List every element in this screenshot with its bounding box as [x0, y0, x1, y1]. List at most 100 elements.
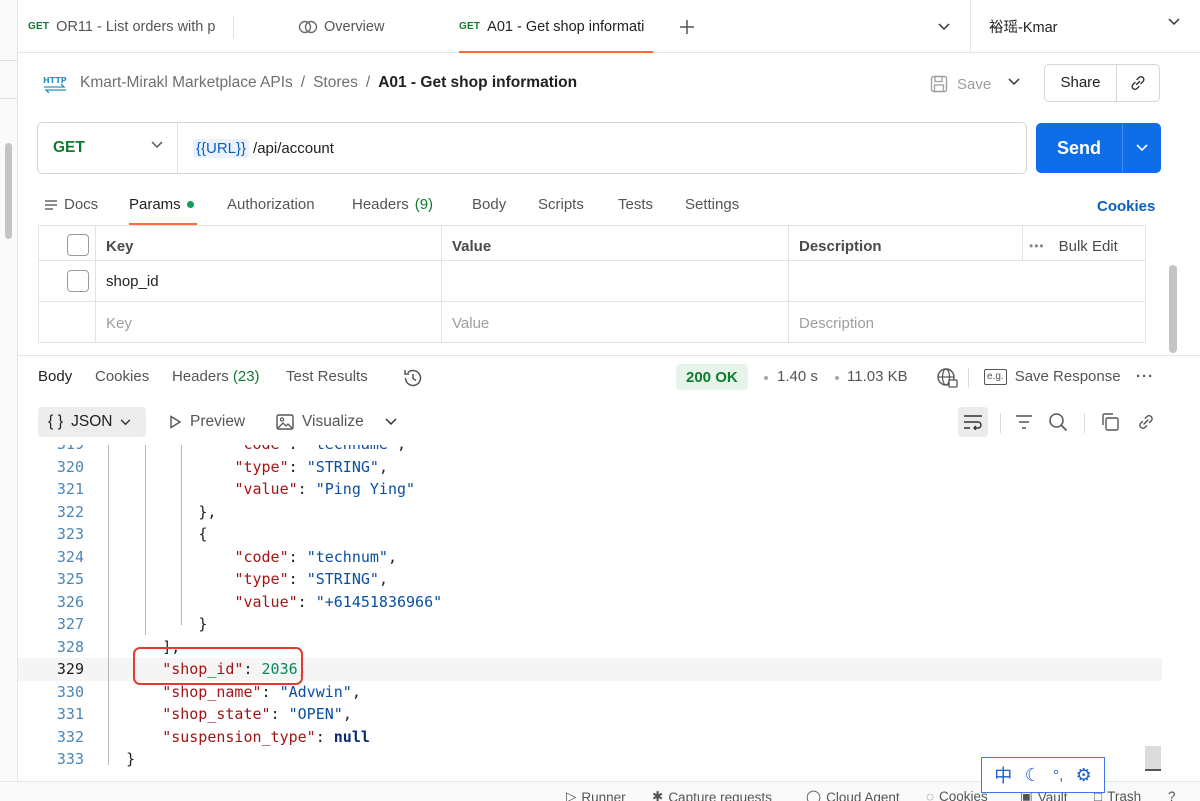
- moon-icon[interactable]: ☾: [1025, 765, 1041, 786]
- code-text: "type": "STRING",: [234, 570, 388, 588]
- url-variable[interactable]: {{URL}}: [193, 138, 250, 158]
- response-toolbar: { } JSON Preview Visualize: [18, 402, 1200, 442]
- runner-button[interactable]: ▷ Runner: [566, 789, 626, 801]
- ime-toolbar: 中 ☾ °, ⚙: [981, 757, 1105, 793]
- url-input[interactable]: {{URL}} /api/account: [178, 138, 334, 158]
- new-tab-button[interactable]: [674, 14, 700, 40]
- response-size[interactable]: 11.03 KB: [847, 368, 908, 385]
- resp-tab-body[interactable]: Body: [38, 368, 72, 385]
- code-line[interactable]: 322 },: [18, 501, 1162, 524]
- link-icon[interactable]: [1136, 412, 1156, 432]
- tab-authorization[interactable]: Authorization: [227, 196, 315, 213]
- code-line[interactable]: 331 "shop_state": "OPEN",: [18, 703, 1162, 726]
- code-text: "suspension_type": null: [162, 727, 370, 746]
- response-time[interactable]: 1.40 s: [777, 368, 818, 385]
- code-line[interactable]: 332 "suspension_type": null: [18, 726, 1162, 749]
- send-button[interactable]: Send: [1036, 138, 1122, 159]
- copy-link-button[interactable]: [1117, 74, 1159, 92]
- resp-tab-test-results[interactable]: Test Results: [286, 368, 368, 385]
- tab-params-label: Params: [129, 196, 181, 213]
- status-badge[interactable]: 200 OK: [676, 364, 748, 390]
- settings-gear-icon[interactable]: ⚙: [1076, 765, 1092, 786]
- tab-or11[interactable]: GET OR11 - List orders with p: [28, 0, 224, 53]
- gutter-divider: [0, 60, 18, 61]
- resp-tab-headers[interactable]: Headers (23): [172, 368, 260, 385]
- search-icon[interactable]: [1048, 412, 1068, 432]
- chevron-down-icon: [151, 141, 163, 149]
- code-line[interactable]: 321 "value": "Ping Ying": [18, 478, 1162, 501]
- tab-settings[interactable]: Settings: [685, 196, 739, 213]
- line-number: 329: [56, 660, 84, 678]
- param-key[interactable]: shop_id: [95, 261, 159, 302]
- code-line[interactable]: 325 "type": "STRING",: [18, 568, 1162, 591]
- save-dropdown-button[interactable]: [1008, 73, 1020, 89]
- breadcrumb-collection[interactable]: Kmart-Mirakl Marketplace APIs: [80, 74, 293, 92]
- tab-title: OR11 - List orders with p: [56, 18, 216, 35]
- url-bar: GET {{URL}} /api/account: [37, 122, 1027, 174]
- wrap-lines-button[interactable]: [958, 407, 988, 437]
- save-response-button[interactable]: e.g. Save Response: [984, 368, 1121, 385]
- code-text: "code": "technum",: [234, 547, 397, 566]
- environment-selector[interactable]: 裕瑶-Kmar: [970, 0, 1200, 53]
- tab-separator: [233, 16, 234, 38]
- line-number: 327: [56, 615, 84, 633]
- response-body-editor[interactable]: 319 "code": "techname",320 "type": "STRI…: [18, 445, 1162, 775]
- tab-scripts[interactable]: Scripts: [538, 196, 584, 213]
- code-line[interactable]: 320 "type": "STRING",: [18, 456, 1162, 479]
- cookies-button[interactable]: ◌ Cookies: [926, 789, 988, 801]
- share-button[interactable]: Share: [1045, 65, 1117, 101]
- line-number: 323: [56, 525, 84, 543]
- param-description[interactable]: [788, 261, 1144, 302]
- code-line[interactable]: 327 }: [18, 613, 1162, 636]
- row-checkbox[interactable]: [67, 270, 89, 292]
- tab-method: GET: [459, 21, 481, 32]
- ime-punctuation-toggle[interactable]: °,: [1053, 767, 1063, 784]
- param-value[interactable]: [441, 261, 787, 302]
- tab-docs[interactable]: Docs: [44, 196, 98, 213]
- value-placeholder[interactable]: Value: [441, 302, 489, 344]
- filter-icon[interactable]: [1014, 412, 1034, 432]
- method-select[interactable]: GET: [38, 123, 178, 173]
- code-line[interactable]: 319 "code": "techname",: [18, 445, 1162, 456]
- breadcrumb-folder[interactable]: Stores: [313, 74, 358, 92]
- tab-params[interactable]: Params: [129, 196, 194, 213]
- visualize-button[interactable]: Visualize: [276, 413, 364, 431]
- tab-bar: GET OR11 - List orders with p Overview G…: [18, 0, 1200, 53]
- cloud-agent-button[interactable]: ◯ Cloud Agent: [806, 789, 900, 801]
- chevron-down-icon: [1168, 18, 1180, 26]
- code-line[interactable]: 324 "code": "technum",: [18, 546, 1162, 569]
- chevron-down-icon: [121, 418, 131, 425]
- tab-overview[interactable]: Overview: [298, 0, 458, 53]
- preview-button[interactable]: Preview: [168, 413, 245, 431]
- network-globe-icon[interactable]: [936, 367, 958, 389]
- chevron-down-icon[interactable]: [385, 418, 397, 426]
- resp-tab-cookies[interactable]: Cookies: [95, 368, 149, 385]
- send-dropdown-button[interactable]: [1122, 123, 1161, 173]
- capture-requests-button[interactable]: ✱ Capture requests: [652, 789, 772, 801]
- tab-a01[interactable]: GET A01 - Get shop informati: [459, 0, 653, 53]
- breadcrumb-current[interactable]: A01 - Get shop information: [378, 74, 577, 92]
- tab-headers[interactable]: Headers (9): [352, 196, 433, 213]
- code-scrollbar[interactable]: [1145, 746, 1161, 770]
- select-all-checkbox[interactable]: [67, 234, 89, 256]
- http-icon: HTTP: [43, 76, 67, 93]
- cookies-link[interactable]: Cookies: [1097, 198, 1155, 215]
- code-line[interactable]: 323 {: [18, 523, 1162, 546]
- save-button[interactable]: Save: [930, 69, 991, 99]
- sidebar-scrollbar[interactable]: [5, 143, 12, 239]
- help-icon[interactable]: ?: [1168, 789, 1176, 801]
- more-options-icon[interactable]: ···: [1136, 368, 1154, 385]
- history-icon[interactable]: [402, 367, 424, 389]
- tab-body[interactable]: Body: [472, 196, 506, 213]
- request-tabs: Docs Params Authorization Headers (9) Bo…: [18, 186, 1200, 226]
- format-select[interactable]: { } JSON: [38, 407, 146, 437]
- key-placeholder[interactable]: Key: [95, 302, 132, 344]
- ime-language-toggle[interactable]: 中: [994, 762, 1012, 788]
- tab-tests[interactable]: Tests: [618, 196, 653, 213]
- tab-tests-label: Tests: [618, 196, 654, 213]
- code-line[interactable]: 326 "value": "+61451836966": [18, 591, 1162, 614]
- tabs-dropdown-button[interactable]: [934, 16, 954, 38]
- copy-icon[interactable]: [1100, 412, 1120, 432]
- request-scrollbar[interactable]: [1169, 265, 1177, 353]
- description-placeholder[interactable]: Description: [788, 302, 874, 344]
